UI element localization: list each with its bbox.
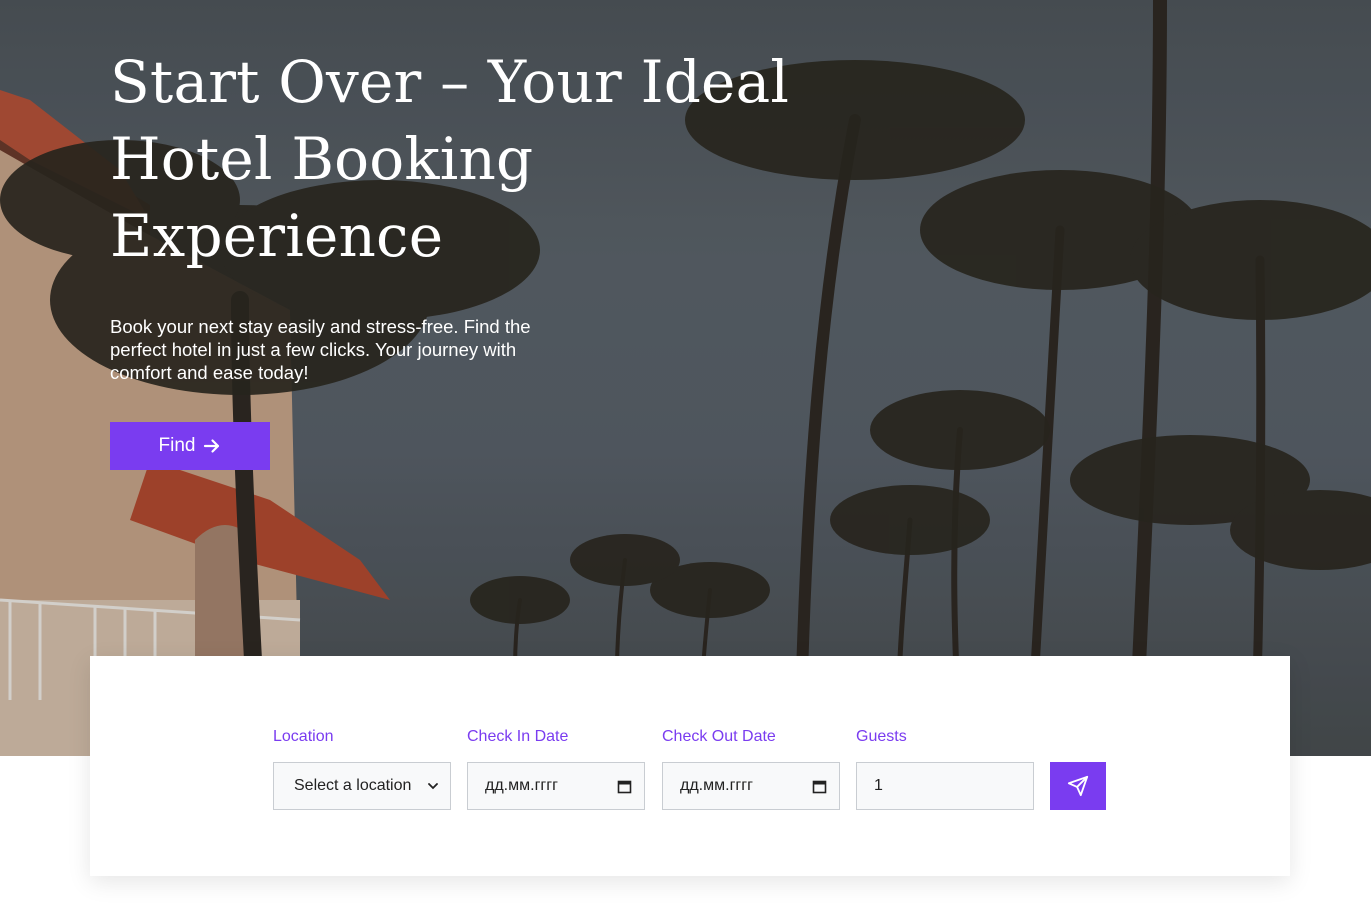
check-out-input[interactable]: дд.мм.гггг: [662, 762, 840, 810]
calendar-icon[interactable]: [617, 779, 632, 794]
hero-section: Start Over – Your Ideal Hotel Booking Ex…: [0, 0, 1371, 756]
location-field: Location Select a location: [273, 728, 451, 810]
send-icon: [1067, 775, 1089, 797]
check-out-field: Check Out Date дд.мм.гггг: [662, 728, 840, 810]
find-button[interactable]: Find: [110, 422, 270, 470]
find-button-label: Find: [158, 435, 196, 456]
location-select[interactable]: Select a location: [273, 762, 451, 810]
location-label: Location: [273, 728, 334, 745]
check-out-label: Check Out Date: [662, 728, 776, 745]
calendar-icon[interactable]: [812, 779, 827, 794]
guests-label: Guests: [856, 728, 907, 745]
hero-content: Start Over – Your Ideal Hotel Booking Ex…: [110, 44, 810, 384]
location-select-value: Select a location: [294, 777, 412, 794]
check-in-input[interactable]: дд.мм.гггг: [467, 762, 645, 810]
guests-field: Guests 1: [856, 728, 1034, 810]
guests-input[interactable]: 1: [856, 762, 1034, 810]
arrow-right-icon: [204, 439, 220, 453]
hero-title: Start Over – Your Ideal Hotel Booking Ex…: [110, 48, 790, 270]
check-in-value: дд.мм.гггг: [485, 777, 558, 794]
check-in-label: Check In Date: [467, 728, 569, 745]
hero-subtitle: Book your next stay easily and stress-fr…: [110, 316, 531, 383]
search-submit-button[interactable]: [1050, 762, 1106, 810]
chevron-down-icon: [428, 783, 438, 790]
guests-value: 1: [874, 777, 883, 794]
check-out-value: дд.мм.гггг: [680, 777, 753, 794]
check-in-field: Check In Date дд.мм.гггг: [467, 728, 645, 810]
search-card: Location Select a location Check In Date…: [90, 656, 1290, 876]
